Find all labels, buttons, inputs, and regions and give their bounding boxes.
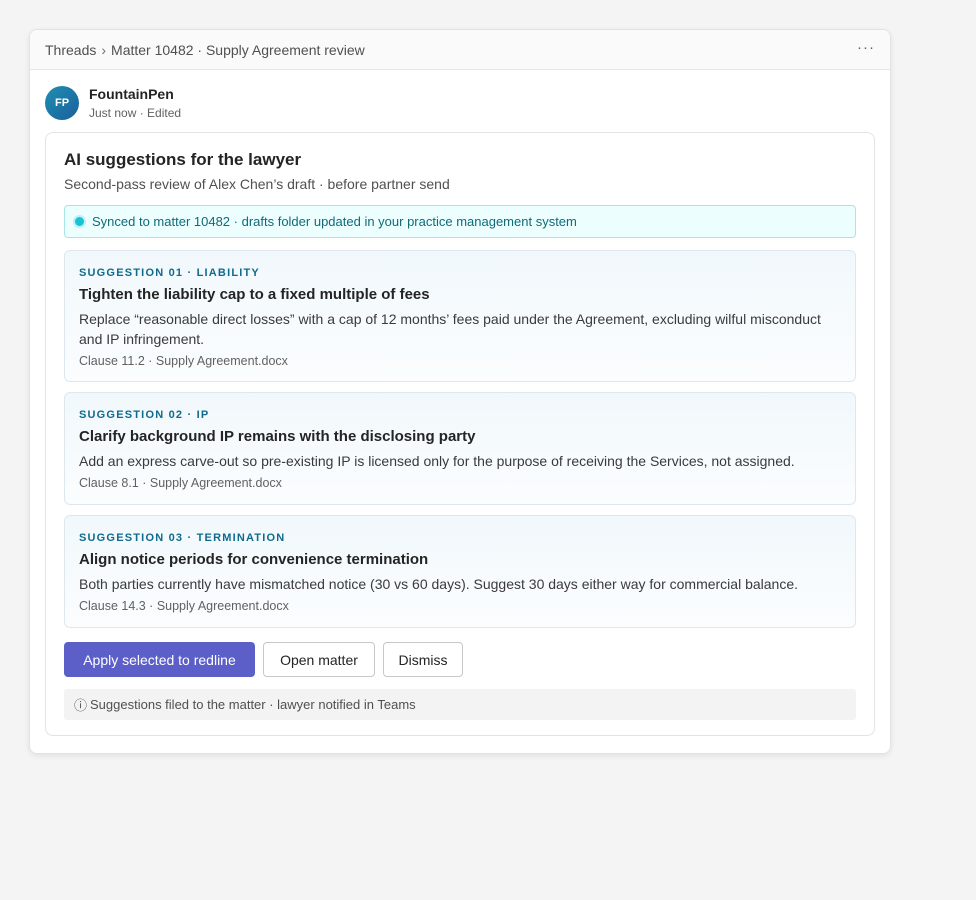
suggestions-card: AI suggestions for the lawyer Second-pas…	[45, 132, 875, 736]
open-matter-button[interactable]: Open matter	[263, 642, 375, 677]
suggestion-reference: Clause 14.3 · Supply Agreement.docx	[79, 599, 289, 613]
suggestion-body: Both parties currently have mismatched n…	[79, 576, 799, 592]
sender-name[interactable]: FountainPen	[89, 86, 181, 103]
suggestion-card-ip[interactable]: SUGGESTION 02 · IP Clarify background IP…	[64, 392, 856, 505]
sync-banner: Synced to matter 10482 · drafts folder u…	[64, 205, 856, 238]
thread-topbar: Threads › Matter 10482 · Supply Agreemen…	[30, 30, 890, 70]
footer-text: Suggestions filed to the matter · lawyer…	[90, 697, 416, 712]
suggestion-title: Tighten the liability cap to a fixed mul…	[79, 286, 430, 303]
breadcrumb-matter: Matter 10482 · Supply Agreement review	[111, 41, 365, 58]
suggestion-reference: Clause 8.1 · Supply Agreement.docx	[79, 476, 282, 490]
suggestion-tag: SUGGESTION 03 · TERMINATION	[79, 532, 286, 544]
suggestion-tag: SUGGESTION 01 · LIABILITY	[79, 267, 260, 279]
suggestion-reference: Clause 11.2 · Supply Agreement.docx	[79, 354, 288, 368]
card-title: AI suggestions for the lawyer	[64, 150, 302, 169]
message-meta: Just now · Edited	[89, 106, 182, 120]
avatar[interactable]: FP	[45, 86, 79, 120]
apply-redline-button[interactable]: Apply selected to redline	[64, 642, 255, 677]
sync-text: Synced to matter 10482 · drafts folder u…	[92, 214, 577, 229]
suggestion-body: Add an express carve-out so pre-existing…	[79, 453, 795, 469]
card-subtitle: Second-pass review of Alex Chen’s draft …	[64, 176, 450, 192]
suggestion-title: Clarify background IP remains with the d…	[79, 428, 476, 445]
more-options-icon[interactable]: ···	[857, 40, 875, 59]
thread-window: Threads › Matter 10482 · Supply Agreemen…	[29, 29, 891, 754]
footer-note: ⓘ Suggestions filed to the matter · lawy…	[64, 689, 856, 720]
action-bar: Apply selected to redline Open matter Di…	[64, 642, 463, 677]
breadcrumb: Threads › Matter 10482 · Supply Agreemen…	[45, 42, 365, 58]
info-icon: ⓘ	[74, 698, 88, 713]
suggestion-card-termination[interactable]: SUGGESTION 03 · TERMINATION Align notice…	[64, 515, 856, 628]
breadcrumb-threads[interactable]: Threads	[45, 42, 96, 58]
status-dot-icon	[75, 217, 84, 226]
dismiss-button[interactable]: Dismiss	[383, 642, 463, 677]
message-header: FP FountainPen Just now · Edited	[45, 86, 181, 121]
suggestion-card-liability[interactable]: SUGGESTION 01 · LIABILITY Tighten the li…	[64, 250, 856, 382]
suggestion-title: Align notice periods for convenience ter…	[79, 551, 429, 568]
sender-block: FountainPen Just now · Edited	[89, 86, 181, 121]
suggestion-tag: SUGGESTION 02 · IP	[79, 409, 210, 421]
breadcrumb-separator: ›	[101, 41, 107, 58]
suggestion-body: Replace “reasonable direct losses” with …	[79, 311, 821, 347]
